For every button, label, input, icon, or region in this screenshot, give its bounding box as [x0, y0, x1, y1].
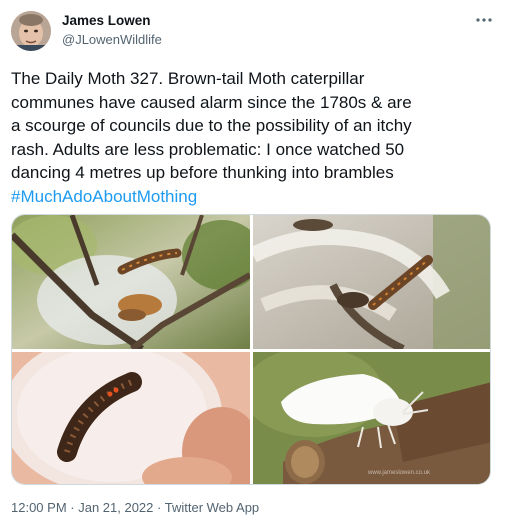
meta-separator: · [66, 500, 79, 515]
tweet-text-line: communes have caused alarm since the 178… [11, 92, 412, 112]
tweet-text-line: a scourge of councils due to the possibi… [11, 116, 412, 136]
author-name[interactable]: James Lowen [62, 13, 151, 28]
avatar-image [11, 11, 51, 51]
tweet: James Lowen @JLowenWildlife The Daily Mo… [0, 0, 505, 524]
dish-photo-image [12, 352, 250, 484]
tweet-text-line: dancing 4 metres up before thunking into… [11, 163, 394, 183]
more-horizontal-icon [476, 18, 492, 22]
nest-photo-image [253, 215, 490, 349]
more-options-button[interactable] [470, 8, 498, 32]
tweet-text-line: rash. Adults are less problematic: I onc… [11, 139, 405, 159]
photo-caterpillar-nest[interactable] [253, 215, 490, 349]
tweet-source-app[interactable]: Twitter Web App [165, 500, 259, 515]
caterpillar-photo-image [12, 215, 250, 349]
photo-caterpillars-on-twigs[interactable] [12, 215, 250, 349]
author-handle[interactable]: @JLowenWildlife [62, 32, 162, 47]
tweet-meta: 12:00 PM · Jan 21, 2022 · Twitter Web Ap… [11, 500, 259, 515]
photo-white-moth[interactable]: www.jameslowen.co.uk [253, 352, 490, 484]
hashtag-link[interactable]: #MuchAdoAboutMothing [11, 185, 496, 209]
meta-separator: · [153, 500, 165, 515]
tweet-text-line: The Daily Moth 327. Brown-tail Moth cate… [11, 69, 365, 88]
media-grid: www.jameslowen.co.uk [11, 214, 491, 485]
moth-photo-image [253, 352, 490, 484]
tweet-time[interactable]: 12:00 PM [11, 500, 67, 515]
photo-caterpillar-in-dish[interactable] [12, 352, 250, 484]
tweet-date[interactable]: Jan 21, 2022 [78, 500, 153, 515]
avatar[interactable] [11, 11, 51, 51]
tweet-text: The Daily Moth 327. Brown-tail Moth cate… [11, 67, 496, 209]
photo-watermark: www.jameslowen.co.uk [368, 470, 431, 476]
